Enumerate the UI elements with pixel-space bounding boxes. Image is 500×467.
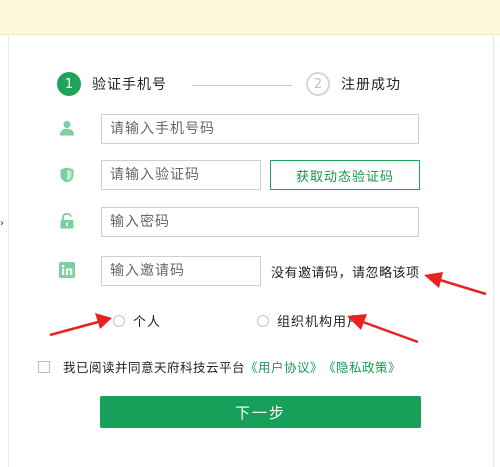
step-label-verify-phone: 验证手机号	[92, 77, 167, 93]
shield-icon	[58, 166, 76, 184]
radio-circle-personal[interactable]	[113, 314, 125, 327]
notice-bar	[0, 0, 500, 35]
agreement-row: 我已阅读并同意天府科技云平台 《用户协议》 《隐私政策》	[38, 357, 401, 376]
step-register-success: 2 注册成功	[306, 72, 401, 96]
get-code-button[interactable]: 获取动态验证码	[270, 160, 420, 190]
step-verify-phone: 1 验证手机号	[57, 72, 167, 96]
page-edge-marker: ›	[0, 218, 4, 229]
radio-label-org: 组织机构用户	[277, 315, 362, 330]
next-button[interactable]: 下一步	[100, 396, 421, 428]
privacy-policy-link[interactable]: 《隐私政策》	[323, 357, 401, 376]
password-input[interactable]	[101, 207, 419, 237]
step-number-1: 1	[57, 72, 81, 96]
step-label-register-success: 注册成功	[341, 77, 401, 93]
user-icon	[58, 119, 76, 137]
step-number-2: 2	[306, 72, 330, 96]
linkedin-icon	[58, 261, 76, 279]
verification-code-input[interactable]	[101, 160, 261, 190]
user-agreement-link[interactable]: 《用户协议》	[245, 357, 323, 376]
radio-circle-org[interactable]	[257, 314, 269, 327]
radio-label-personal: 个人	[133, 315, 162, 330]
step-connector	[192, 85, 292, 86]
agreement-text: 我已阅读并同意天府科技云平台	[63, 360, 246, 375]
invite-hint: 没有邀请码，请忽略该项	[271, 266, 420, 281]
radio-personal[interactable]: 个人	[113, 311, 161, 330]
unlock-icon	[58, 212, 76, 230]
agree-checkbox[interactable]	[38, 360, 50, 373]
radio-org[interactable]: 组织机构用户	[257, 311, 361, 330]
phone-input[interactable]	[101, 114, 419, 144]
invite-code-input[interactable]	[101, 256, 261, 286]
